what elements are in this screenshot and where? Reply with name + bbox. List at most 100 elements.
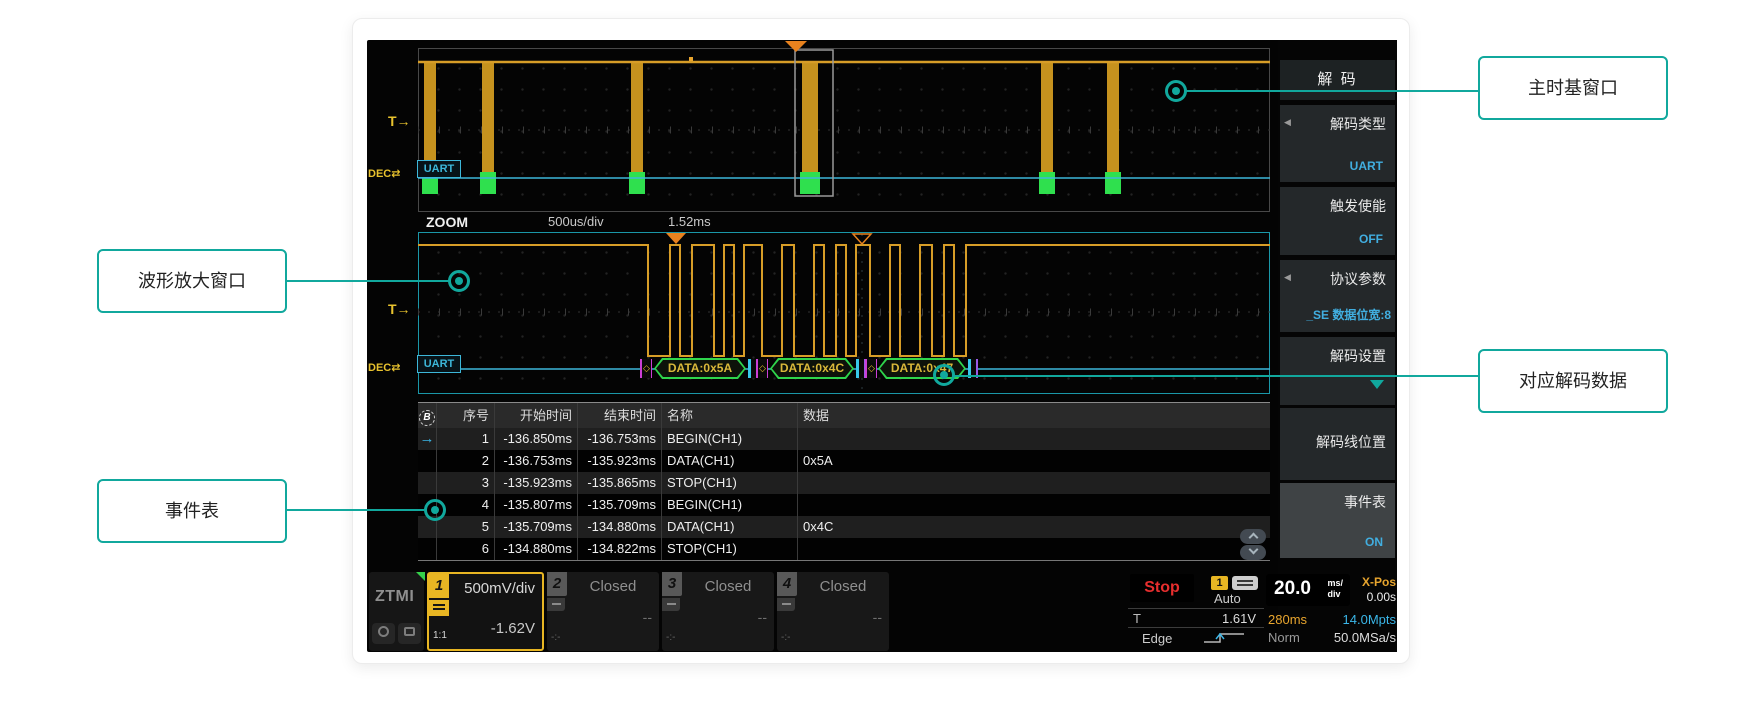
callout-dot <box>424 499 446 521</box>
channel-activity-indicator <box>416 572 425 581</box>
row-marker-cell <box>418 538 437 560</box>
channel-1-tab: 1 <box>429 574 449 598</box>
chevron-up-icon <box>1248 533 1258 543</box>
col-header-name: 名称 <box>662 403 798 428</box>
channel-1-block[interactable]: 1 500mV/div -1.62V 1:1 <box>427 572 544 651</box>
annotated-oscilloscope-screenshot: T→ DEC⇄ UART ZOOM 500us/div 1.52ms T→ DE… <box>0 0 1760 710</box>
callout-event-table: 事件表 <box>97 479 287 543</box>
cell-start: -135.923ms <box>495 472 578 494</box>
main-decode-channel-label: DEC⇄ <box>368 167 400 180</box>
cell-index: 3 <box>437 472 495 494</box>
menu-item-decode-line-position[interactable]: 解码线位置 <box>1280 408 1395 480</box>
bus-icon: B <box>419 410 435 426</box>
channel-2-tab: 2 <box>547 572 567 596</box>
channel-3-block[interactable]: 3 Closed -- -:- <box>662 572 774 651</box>
table-scroll-down-button[interactable] <box>1240 545 1266 560</box>
channel-state: Closed <box>688 578 768 595</box>
zoom-offset[interactable]: 1.52ms <box>668 214 711 229</box>
event-table: B 序号 开始时间 结束时间 名称 数据 → 1 -136.850ms -136… <box>418 402 1270 561</box>
menu-item-decode-type[interactable]: ◀ 解码类型 UART <box>1280 105 1395 182</box>
leader-line <box>954 375 1478 377</box>
run-state-button[interactable]: Stop <box>1130 574 1194 602</box>
timebase-unit-bottom: div <box>1327 589 1340 599</box>
trigger-type-row[interactable]: Edge <box>1128 627 1264 647</box>
channel-2-block[interactable]: 2 Closed -- -:- <box>547 572 659 651</box>
callout-decode-data: 对应解码数据 <box>1478 349 1668 413</box>
uart-start-marker: ◇ <box>640 359 652 378</box>
zoom-trigger-level-label: T→ <box>388 301 411 317</box>
record-length: 280ms <box>1268 612 1307 627</box>
cell-name: DATA(CH1) <box>662 516 798 538</box>
timebase-unit: ms/ div <box>1327 578 1343 600</box>
col-header-start: 开始时间 <box>495 403 578 428</box>
channel-3-tab: 3 <box>662 572 682 596</box>
col-header-index: 序号 <box>437 403 495 428</box>
trigger-position-marker[interactable] <box>785 41 807 52</box>
acquire-mode: Norm <box>1268 630 1300 645</box>
cell-data <box>798 538 1270 560</box>
cell-end: -135.865ms <box>578 472 662 494</box>
callout-zoom-window: 波形放大窗口 <box>97 249 287 313</box>
x-position-box[interactable]: X-Pos 0.00s <box>1352 574 1398 606</box>
dc-coupling-icon <box>429 600 449 616</box>
channel-state: Closed <box>803 578 883 595</box>
row-marker-cell <box>418 472 437 494</box>
decode-menu-panel: 解 码 ◀ 解码类型 UART 触发使能 OFF ◀ 协议参数 _SE 数据位宽… <box>1278 40 1397 652</box>
channel-4-block[interactable]: 4 Closed -- -:- <box>777 572 889 651</box>
menu-item-label: 解码类型 <box>1330 114 1386 134</box>
table-row[interactable]: → 1 -136.850ms -136.753ms BEGIN(CH1) <box>418 428 1270 450</box>
coupling-icon <box>547 598 565 611</box>
table-row[interactable]: 5 -135.709ms -134.880ms DATA(CH1) 0x4C <box>418 516 1270 538</box>
trigger-level-label: T <box>1133 611 1141 626</box>
channel-offset: -- <box>758 609 767 625</box>
event-table-header: B 序号 开始时间 结束时间 名称 数据 <box>418 403 1270 428</box>
trigger-sweep-mode[interactable]: Auto <box>1214 591 1241 606</box>
cell-start: -135.807ms <box>495 494 578 516</box>
main-uart-badge: UART <box>417 160 461 178</box>
timebase-unit-top: ms/ <box>1327 578 1343 588</box>
cell-data <box>798 472 1270 494</box>
gesture-icon[interactable] <box>398 623 421 644</box>
callout-dot <box>448 270 470 292</box>
channel-state: Closed <box>573 578 653 595</box>
cell-name: DATA(CH1) <box>662 450 798 472</box>
touch-lock-icon[interactable] <box>372 623 395 644</box>
trigger-type: Edge <box>1142 631 1172 646</box>
cell-name: BEGIN(CH1) <box>662 494 798 516</box>
timebase-scale-box[interactable]: 20.0 ms/ div <box>1266 574 1350 606</box>
menu-item-event-table[interactable]: 事件表 ON <box>1280 483 1395 558</box>
coupling-icon <box>662 598 680 611</box>
cell-data <box>798 494 1270 516</box>
cell-index: 4 <box>437 494 495 516</box>
current-row-arrow-icon: → <box>420 430 435 447</box>
coupling-icon <box>777 598 795 611</box>
menu-item-trigger-enable[interactable]: 触发使能 OFF <box>1280 187 1395 255</box>
menu-title: 解 码 <box>1280 60 1395 100</box>
table-row[interactable]: 6 -134.880ms -134.822ms STOP(CH1) <box>418 538 1270 560</box>
menu-item-protocol-params[interactable]: ◀ 协议参数 _SE 数据位宽:8 <box>1280 260 1395 332</box>
zoom-uart-badge: UART <box>417 355 461 373</box>
submenu-arrow-icon: ◀ <box>1284 272 1291 283</box>
menu-item-label: 协议参数 <box>1330 269 1386 289</box>
menu-item-label: 事件表 <box>1344 492 1386 512</box>
cell-index: 5 <box>437 516 495 538</box>
menu-item-value: OFF <box>1359 232 1383 246</box>
callout-main-timebase: 主时基窗口 <box>1478 56 1668 120</box>
probe-ratio: -:- <box>551 632 560 643</box>
zoom-scale[interactable]: 500us/div <box>548 214 604 229</box>
table-row[interactable]: 2 -136.753ms -135.923ms DATA(CH1) 0x5A <box>418 450 1270 472</box>
trigger-level-row[interactable]: T 1.61V <box>1128 608 1264 626</box>
submenu-arrow-icon: ◀ <box>1284 117 1291 128</box>
cell-start: -136.850ms <box>495 428 578 450</box>
table-row[interactable]: 3 -135.923ms -135.865ms STOP(CH1) <box>418 472 1270 494</box>
table-scroll-up-button[interactable] <box>1240 529 1266 544</box>
trigger-source-badge[interactable]: 1 <box>1211 576 1228 590</box>
zoom-title: ZOOM <box>426 214 468 230</box>
menu-item-label: 解码线位置 <box>1316 432 1386 452</box>
menu-item-decode-settings[interactable]: 解码设置 <box>1280 337 1395 405</box>
timebase-scale: 20.0 <box>1274 578 1311 600</box>
probe-ratio: -:- <box>781 632 790 643</box>
table-row[interactable]: 4 -135.807ms -135.709ms BEGIN(CH1) <box>418 494 1270 516</box>
row-marker-cell: → <box>418 428 437 450</box>
cell-name: STOP(CH1) <box>662 472 798 494</box>
